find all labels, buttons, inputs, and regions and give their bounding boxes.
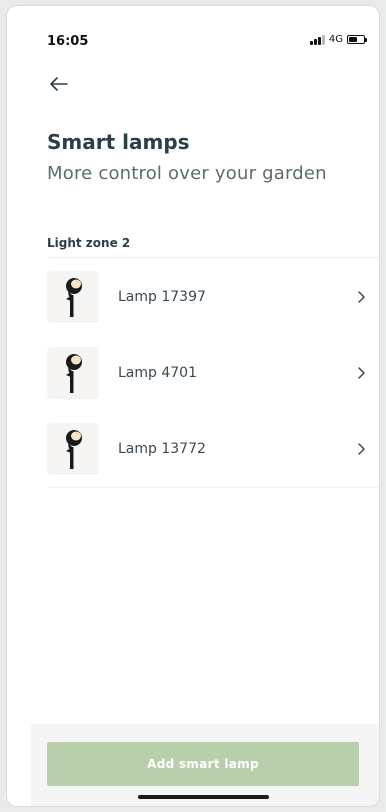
chevron-right-icon xyxy=(358,443,365,455)
status-indicators: 4G xyxy=(309,34,367,45)
page-subtitle: More control over your garden xyxy=(47,163,327,184)
page-title: Smart lamps xyxy=(47,130,190,154)
chevron-right-icon xyxy=(358,291,365,303)
garden-spot-lamp-icon xyxy=(66,354,82,393)
lamp-list-item[interactable]: Lamp 17397 xyxy=(47,259,377,335)
garden-spot-lamp-icon xyxy=(66,430,82,469)
back-button[interactable] xyxy=(45,70,73,98)
battery-level xyxy=(349,37,357,42)
garden-spot-lamp-icon xyxy=(66,278,82,317)
network-type: 4G xyxy=(328,34,343,45)
home-indicator xyxy=(138,795,269,799)
lamp-list: Lamp 17397 Lamp 4701 Lamp 13772 xyxy=(47,259,377,487)
divider xyxy=(47,487,379,488)
status-bar: 16:05 4G xyxy=(7,6,379,66)
lamp-name: Lamp 13772 xyxy=(118,441,206,457)
arrow-left-icon xyxy=(50,77,68,91)
battery-icon xyxy=(347,35,367,44)
lamp-name: Lamp 4701 xyxy=(118,365,197,381)
signal-icon xyxy=(309,34,325,45)
chevron-right-icon xyxy=(358,367,365,379)
lamp-list-item[interactable]: Lamp 13772 xyxy=(47,411,377,487)
lamp-thumbnail xyxy=(47,347,99,399)
divider xyxy=(47,257,379,258)
lamp-thumbnail xyxy=(47,271,99,323)
lamp-name: Lamp 17397 xyxy=(118,289,206,305)
phone-screen: 16:05 4G Smart lamps More control over y… xyxy=(7,6,379,806)
lamp-thumbnail xyxy=(47,423,99,475)
add-smart-lamp-button[interactable]: Add smart lamp xyxy=(47,742,359,786)
lamp-list-item[interactable]: Lamp 4701 xyxy=(47,335,377,411)
zone-label: Light zone 2 xyxy=(47,236,131,250)
status-time: 16:05 xyxy=(47,34,89,49)
